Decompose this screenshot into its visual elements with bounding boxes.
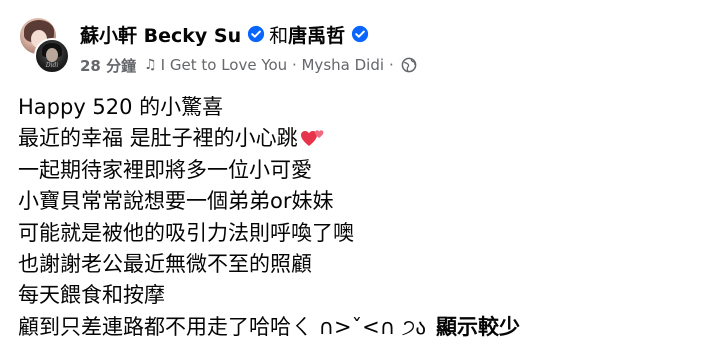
- post-header: Didi 蘇小軒 Becky Su 和 唐禹哲 28 分鐘 ♫ I Get to…: [14, 10, 714, 80]
- post-text-line: 一起期待家裡即將多一位小可愛: [18, 157, 312, 182]
- tagged-name-link[interactable]: 唐禹哲: [288, 21, 345, 48]
- author-name-link[interactable]: 蘇小軒 Becky Su: [80, 21, 241, 48]
- avatar-tagged[interactable]: Didi: [34, 38, 70, 74]
- post-text-line: 顧到只差連路都不用走了哈哈ㄑ ∩>ˇ<∩ ੭ა 顯示較少: [18, 312, 718, 343]
- and-text: 和: [269, 24, 289, 47]
- music-track-link[interactable]: I Get to Love You · Mysha Didi: [161, 56, 384, 74]
- post-text-line: 也謝謝老公最近無微不至的照顧: [18, 251, 312, 276]
- verified-badge-icon: [247, 25, 265, 43]
- two-hearts-icon: [300, 130, 324, 147]
- music-note-icon: ♫: [144, 57, 157, 73]
- globe-icon[interactable]: [401, 57, 417, 73]
- post-text-line: 小寶貝常常說想要一個弟弟or妹妹: [18, 189, 334, 214]
- post-text-line: 最近的幸福 是肚子裡的小心跳: [18, 123, 718, 154]
- post-text-segment: 顧到只差連路都不用走了哈哈ㄑ ∩>ˇ<∩ ੭ა: [18, 314, 426, 339]
- meta-separator: ·: [389, 56, 394, 74]
- avatar-tagged-face: [46, 48, 58, 62]
- post-author-line: 蘇小軒 Becky Su 和 唐禹哲: [80, 20, 369, 48]
- post-text-segment: 最近的幸福 是肚子裡的小心跳: [18, 126, 298, 151]
- post-text-line: 可能就是被他的吸引力法則呼喚了噢: [18, 220, 354, 245]
- avatar-signature: Didi: [45, 62, 59, 69]
- post-text-line: Happy 520 的小驚喜: [18, 95, 224, 119]
- avatar-group[interactable]: Didi: [14, 16, 76, 78]
- see-less-button[interactable]: 顯示較少: [436, 315, 520, 339]
- post-text-line: 每天餵食和按摩: [18, 283, 165, 308]
- post-text: Happy 520 的小驚喜 最近的幸福 是肚子裡的小心跳 一起期待家裡即將多一…: [18, 92, 718, 343]
- post-meta-line: 28 分鐘 ♫ I Get to Love You · Mysha Didi ·: [80, 54, 417, 76]
- post-timestamp[interactable]: 28 分鐘: [80, 55, 136, 76]
- verified-badge-icon: [352, 25, 369, 43]
